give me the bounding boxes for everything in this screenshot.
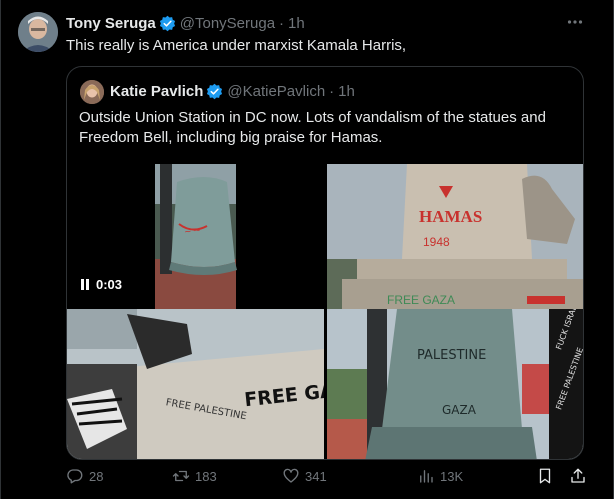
reply-button[interactable]: 28 — [66, 466, 103, 486]
separator-dot: · — [279, 14, 285, 32]
statue-hamas-text: HAMAS — [419, 207, 482, 226]
video-controls[interactable]: 0:03 — [80, 277, 122, 292]
verified-badge-icon — [206, 83, 223, 100]
post-header: Tony Seruga @TonySeruga · 1h — [66, 13, 305, 33]
quoted-author-name[interactable]: Katie Pavlich — [110, 83, 203, 100]
bell-closeup-image: PALESTINE GAZA FUCK ISRAEL FREE PALESTIN… — [327, 309, 583, 459]
like-count: 341 — [305, 468, 327, 484]
wall-photo[interactable]: FREE GAZA FREE PALESTINE — [67, 309, 324, 459]
repost-button[interactable]: 183 — [172, 466, 217, 486]
repost-icon — [172, 470, 190, 482]
statue-photo[interactable]: HAMAS 1948 FREE GAZA — [327, 164, 583, 310]
views-chart-icon — [420, 470, 433, 483]
post-time[interactable]: 1h — [288, 15, 305, 32]
pause-icon[interactable] — [80, 279, 90, 290]
reply-icon — [67, 469, 83, 484]
verified-badge-icon — [159, 15, 176, 32]
post-text: This really is America under marxist Kam… — [66, 37, 407, 54]
avatar[interactable] — [18, 12, 58, 52]
media-grid: ~ ~ 0:03 HAMAS 1948 FREE GAZA FREE GAZA … — [67, 164, 583, 459]
bell-gaza-text: GAZA — [442, 403, 477, 417]
quoted-post[interactable]: Katie Pavlich @KatiePavlich · 1h Outside… — [66, 66, 584, 460]
wall-image: FREE GAZA FREE PALESTINE — [67, 309, 324, 459]
repost-count: 183 — [195, 468, 217, 484]
bookmark-button[interactable] — [536, 466, 554, 486]
statue-free-gaza-text: FREE GAZA — [387, 293, 455, 307]
share-icon — [571, 468, 585, 483]
bell-photo[interactable]: PALESTINE GAZA FUCK ISRAEL FREE PALESTIN… — [327, 309, 583, 459]
video-timestamp: 0:03 — [96, 277, 123, 292]
bell-palestine-text: PALESTINE — [417, 348, 486, 363]
quoted-avatar[interactable] — [80, 80, 104, 104]
quoted-avatar-image — [80, 80, 104, 104]
author-name[interactable]: Tony Seruga — [66, 15, 156, 32]
share-button[interactable] — [569, 466, 587, 486]
reply-count: 28 — [89, 468, 104, 484]
action-bar: 28 183 341 13K — [66, 466, 586, 486]
view-count: 13K — [440, 468, 464, 484]
like-button[interactable]: 341 — [282, 466, 327, 486]
statue-1948-text: 1948 — [423, 235, 450, 249]
bookmark-icon — [539, 468, 551, 484]
avatar-image — [18, 12, 58, 52]
author-handle[interactable]: @TonySeruga — [180, 15, 275, 32]
more-options-icon[interactable] — [564, 11, 586, 33]
quoted-post-text: Outside Union Station in DC now. Lots of… — [79, 109, 546, 146]
quoted-post-time[interactable]: 1h — [338, 83, 355, 100]
quoted-author-handle[interactable]: @KatiePavlich — [227, 83, 325, 100]
video-thumbnail[interactable]: ~ ~ 0:03 — [67, 164, 324, 310]
statue-image: HAMAS 1948 FREE GAZA — [327, 164, 583, 310]
bell-graffiti-text: ~ ~ — [184, 225, 201, 239]
heart-icon — [283, 468, 299, 483]
views-button[interactable]: 13K — [417, 466, 463, 486]
quoted-header: Katie Pavlich @KatiePavlich · 1h — [110, 81, 355, 101]
separator-dot: · — [329, 82, 335, 100]
